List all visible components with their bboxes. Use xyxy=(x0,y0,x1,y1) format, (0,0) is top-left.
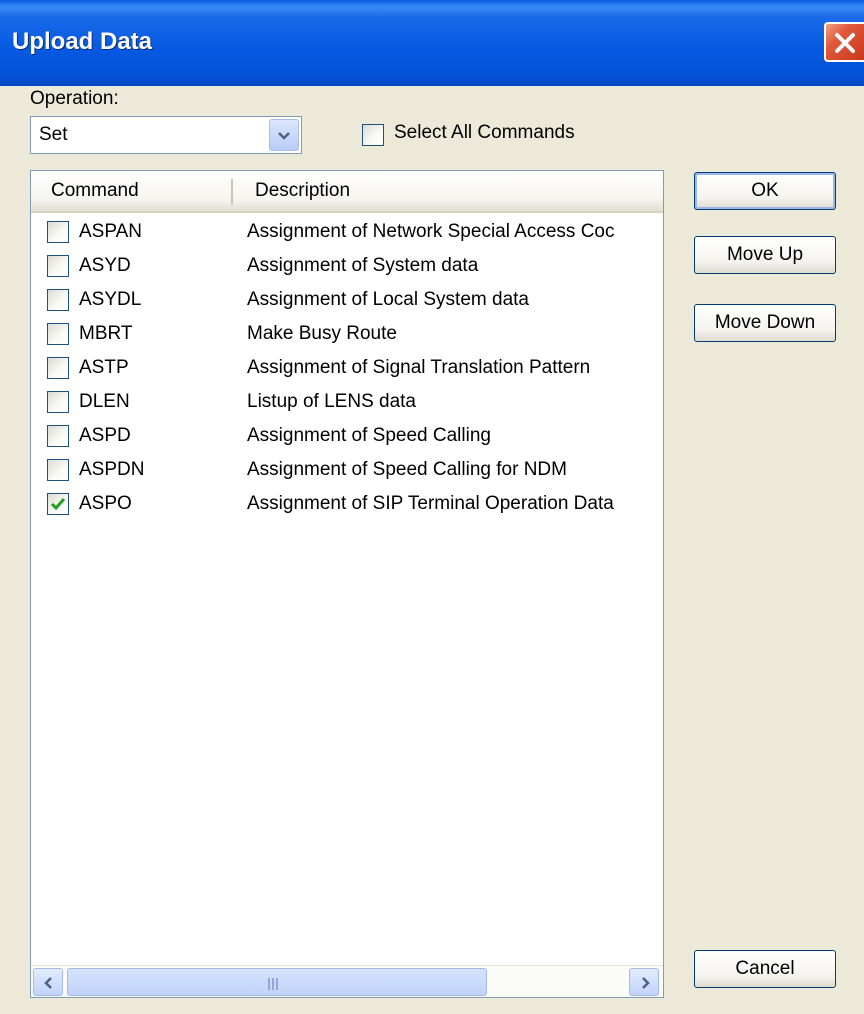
command-cell: ASPAN xyxy=(79,221,143,242)
row-checkbox[interactable] xyxy=(47,221,69,243)
close-button[interactable] xyxy=(824,22,864,62)
command-cell: ASPD xyxy=(79,425,131,446)
description-cell: Assignment of Local System data xyxy=(247,289,529,310)
list-header: Command Description xyxy=(31,171,663,213)
column-header-description[interactable]: Description xyxy=(255,171,350,211)
window-title: Upload Data xyxy=(12,28,153,55)
description-cell: Assignment of Network Special Access Coc xyxy=(247,221,615,242)
description-cell: Listup of LENS data xyxy=(247,391,416,412)
list-item[interactable]: ASYDL Assignment of Local System data xyxy=(31,283,663,317)
list-item[interactable]: ASPO Assignment of SIP Terminal Operation… xyxy=(31,487,663,521)
title-bar: Upload Data xyxy=(0,0,864,86)
row-checkbox[interactable] xyxy=(47,255,69,277)
command-cell: ASYD xyxy=(79,255,131,276)
row-checkbox[interactable] xyxy=(47,459,69,481)
move-down-button[interactable]: Move Down xyxy=(694,304,836,342)
description-cell: Make Busy Route xyxy=(247,323,397,344)
row-checkbox[interactable] xyxy=(47,357,69,379)
command-cell: ASPDN xyxy=(79,459,145,480)
command-cell: ASYDL xyxy=(79,289,142,310)
list-item[interactable]: ASYD Assignment of System data xyxy=(31,249,663,283)
close-icon xyxy=(835,33,855,53)
command-cell: ASPO xyxy=(79,493,132,514)
grip-icon xyxy=(268,977,282,990)
chevron-down-icon xyxy=(278,132,290,140)
list-item[interactable]: ASPDN Assignment of Speed Calling for NDM xyxy=(31,453,663,487)
description-cell: Assignment of Speed Calling xyxy=(247,425,491,446)
list-item[interactable]: ASPD Assignment of Speed Calling xyxy=(31,419,663,453)
command-cell: DLEN xyxy=(79,391,130,412)
column-header-command[interactable]: Command xyxy=(51,171,139,211)
scroll-thumb[interactable] xyxy=(67,968,487,996)
description-cell: Assignment of SIP Terminal Operation Dat… xyxy=(247,493,614,514)
row-checkbox[interactable] xyxy=(47,289,69,311)
list-item[interactable]: ASTP Assignment of Signal Translation Pat… xyxy=(31,351,663,385)
row-checkbox[interactable] xyxy=(47,493,69,515)
arrow-left-icon xyxy=(44,977,52,989)
list-item[interactable]: ASPAN Assignment of Network Special Acces… xyxy=(31,215,663,249)
description-cell: Assignment of Speed Calling for NDM xyxy=(247,459,567,480)
command-list[interactable]: Command Description ASPAN Assignment of N… xyxy=(30,170,664,998)
dropdown-button[interactable] xyxy=(269,119,299,151)
command-cell: ASTP xyxy=(79,357,129,378)
description-cell: Assignment of System data xyxy=(247,255,479,276)
column-divider[interactable] xyxy=(231,179,233,205)
row-checkbox[interactable] xyxy=(47,323,69,345)
operation-label: Operation: xyxy=(30,88,119,109)
select-all-checkbox[interactable] xyxy=(362,124,384,146)
operation-value: Set xyxy=(39,124,68,145)
description-cell: Assignment of Signal Translation Pattern xyxy=(247,357,591,378)
list-item[interactable]: DLEN Listup of LENS data xyxy=(31,385,663,419)
horizontal-scrollbar[interactable] xyxy=(31,965,663,997)
row-checkbox[interactable] xyxy=(47,391,69,413)
select-all-label[interactable]: Select All Commands xyxy=(394,122,575,144)
cancel-button[interactable]: Cancel xyxy=(694,950,836,988)
scroll-left-button[interactable] xyxy=(33,968,63,996)
command-cell: MBRT xyxy=(79,323,133,344)
check-icon xyxy=(50,498,66,511)
ok-button[interactable]: OK xyxy=(694,172,836,210)
arrow-right-icon xyxy=(642,977,650,989)
move-up-button[interactable]: Move Up xyxy=(694,236,836,274)
list-item[interactable]: MBRT Make Busy Route xyxy=(31,317,663,351)
scroll-right-button[interactable] xyxy=(629,968,659,996)
operation-dropdown[interactable]: Set xyxy=(30,116,302,154)
row-checkbox[interactable] xyxy=(47,425,69,447)
